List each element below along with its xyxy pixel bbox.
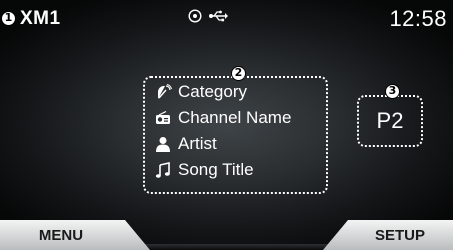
callout-1: 1 [1, 11, 16, 26]
disc-icon [188, 9, 202, 23]
preset-indicator[interactable]: P2 [357, 95, 423, 147]
artist-label: Artist [178, 134, 217, 153]
usb-icon [208, 9, 228, 23]
person-icon [154, 135, 172, 153]
display-screen: XM1 12:58 Category Channel Name Artist S… [0, 0, 453, 250]
status-icons [188, 9, 228, 23]
satellite-icon [154, 83, 172, 101]
menu-button[interactable]: MENU [0, 220, 150, 250]
category-row: Category [154, 82, 247, 102]
song-title-label: Song Title [178, 160, 254, 179]
clock: 12:58 [389, 6, 447, 31]
song-title-row: Song Title [154, 160, 254, 180]
callout-3: 3 [385, 84, 400, 99]
channel-name-row: Channel Name [154, 108, 291, 128]
channel-name-label: Channel Name [178, 108, 292, 127]
callout-2: 2 [231, 66, 246, 81]
setup-button[interactable]: SETUP [323, 220, 453, 250]
music-note-icon [154, 161, 172, 179]
station-band-title: XM1 [20, 8, 61, 29]
radio-icon [154, 109, 172, 127]
track-info-box: Category Channel Name Artist Song Title [143, 76, 328, 194]
artist-row: Artist [154, 134, 217, 154]
category-label: Category [178, 82, 247, 101]
